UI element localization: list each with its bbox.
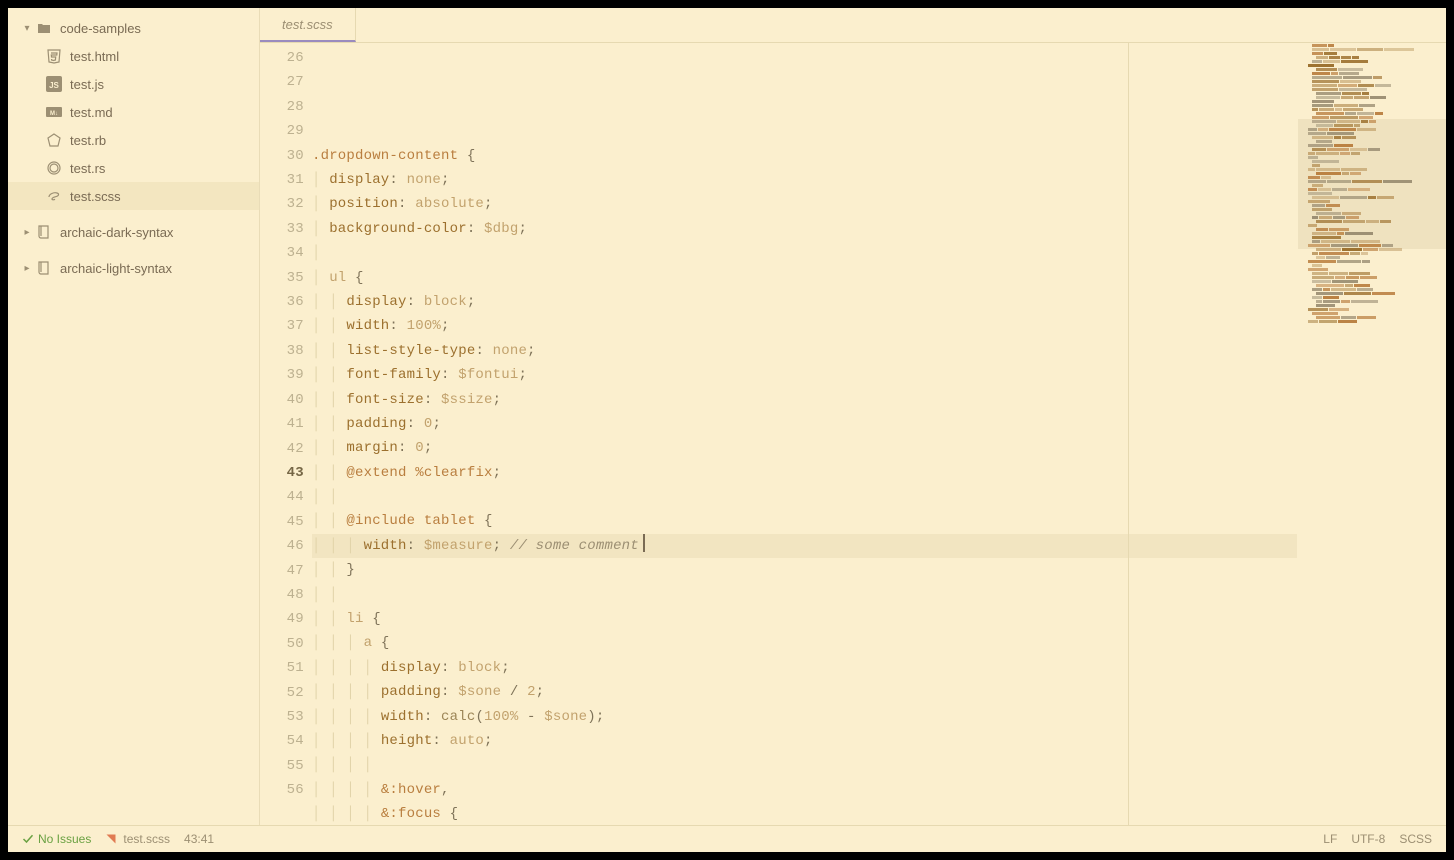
file-item[interactable]: test.rs (8, 154, 259, 182)
js-icon: JS (46, 76, 62, 92)
project-root[interactable]: ▾ code-samples (8, 14, 259, 42)
repo-icon (36, 224, 52, 240)
file-label: test.md (70, 105, 113, 120)
repo-icon (36, 260, 52, 276)
editor-window: ▾ code-samples test.html JS test.js M↓ test.… (8, 8, 1446, 852)
line-ending[interactable]: LF (1323, 832, 1337, 846)
ruby-icon (46, 132, 62, 148)
chevron-right-icon: ▸ (18, 263, 36, 274)
file-encoding[interactable]: UTF-8 (1351, 832, 1385, 846)
wrap-guide (1128, 43, 1129, 825)
file-label: test.rs (70, 161, 105, 176)
cursor-position[interactable]: 43:41 (184, 832, 214, 846)
svg-text:JS: JS (49, 81, 59, 90)
rust-icon (46, 160, 62, 176)
svg-text:M↓: M↓ (50, 111, 58, 117)
check-icon (22, 833, 34, 845)
tab-bar[interactable]: test.scss (260, 8, 1446, 43)
text-cursor (643, 534, 645, 552)
main-area: ▾ code-samples test.html JS test.js M↓ test.… (8, 8, 1446, 825)
editor-pane[interactable]: 2627282930313233343536373839404142434445… (260, 43, 1446, 825)
file-item[interactable]: test.scss (8, 182, 259, 210)
project-root-label: code-samples (60, 21, 141, 36)
file-item[interactable]: M↓ test.md (8, 98, 259, 126)
project-label: archaic-light-syntax (60, 261, 172, 276)
line-number-gutter[interactable]: 2627282930313233343536373839404142434445… (260, 43, 312, 825)
html5-icon (46, 48, 62, 64)
md-icon: M↓ (46, 104, 62, 120)
file-label: test.html (70, 49, 119, 64)
file-label: test.js (70, 77, 104, 92)
project-item[interactable]: ▸ archaic-light-syntax (8, 254, 259, 282)
linter-status[interactable]: No Issues (22, 832, 91, 846)
sass-icon (46, 188, 62, 204)
project-label: archaic-dark-syntax (60, 225, 173, 240)
tab-active[interactable]: test.scss (260, 8, 356, 42)
linter-text: No Issues (38, 832, 91, 846)
chevron-right-icon: ▸ (18, 227, 36, 238)
file-item[interactable]: JS test.js (8, 70, 259, 98)
chevron-down-icon: ▾ (18, 23, 36, 34)
git-status[interactable]: test.scss (105, 832, 170, 846)
status-bar: No Issues test.scss 43:41 LF UTF-8 SCSS (8, 825, 1446, 852)
minimap[interactable] (1297, 43, 1446, 825)
file-label: test.rb (70, 133, 106, 148)
project-item[interactable]: ▸ archaic-dark-syntax (8, 218, 259, 246)
status-file: test.scss (123, 832, 170, 846)
file-item[interactable]: test.rb (8, 126, 259, 154)
git-diff-icon (105, 833, 117, 845)
file-tree[interactable]: ▾ code-samples test.html JS test.js M↓ test.… (8, 8, 260, 825)
code-area[interactable]: .dropdown-content {│ display: none;│ pos… (312, 43, 1297, 825)
file-label: test.scss (70, 189, 121, 204)
editor-column: test.scss 262728293031323334353637383940… (260, 8, 1446, 825)
folder-icon (36, 20, 52, 36)
tab-title: test.scss (282, 17, 333, 32)
file-item[interactable]: test.html (8, 42, 259, 70)
file-grammar[interactable]: SCSS (1399, 832, 1432, 846)
